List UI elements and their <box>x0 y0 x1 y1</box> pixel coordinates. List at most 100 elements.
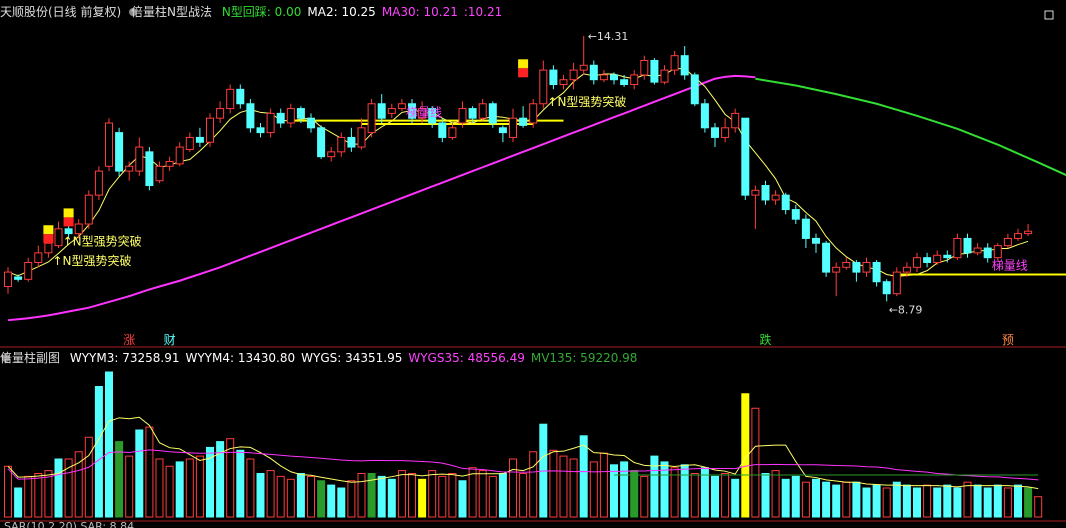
volume-bar <box>589 461 598 518</box>
volume-bar <box>640 475 649 518</box>
volume-bar <box>428 470 437 518</box>
volume-bar <box>822 481 831 518</box>
candle-body <box>670 55 679 71</box>
sub-indicator-values: WYYM3: 73258.91 WYYM4: 13430.80 WYGS: 3435… <box>70 351 644 365</box>
volume-bar <box>418 478 427 518</box>
volume-bar <box>266 470 275 518</box>
event-marker: 跌 <box>760 332 772 347</box>
main-indicator-values: N型回踩: 0.00 MA2: 10.25 MA30: 10.21:10.21 <box>222 5 508 19</box>
volume-bar <box>478 470 487 518</box>
signal-annotation: 梯量线 <box>406 106 442 120</box>
volume-bar <box>559 455 568 518</box>
candle-body <box>721 127 730 138</box>
candle-body <box>185 136 194 150</box>
candle-body <box>24 261 33 280</box>
ma-green-line <box>755 77 1066 177</box>
candle-body <box>589 64 598 81</box>
volume-bar <box>509 458 517 518</box>
candle-body <box>953 237 962 259</box>
candle-body <box>549 69 558 86</box>
volume-bar <box>468 467 477 518</box>
candle-body <box>307 117 315 129</box>
volume-bar <box>357 473 366 518</box>
volume-bar <box>711 475 719 518</box>
volume-bar <box>943 484 952 518</box>
volume-bar <box>276 475 285 518</box>
candle-body <box>498 127 507 134</box>
candle-body <box>579 64 588 71</box>
volume-bar <box>175 461 184 518</box>
event-marker: 财 <box>164 333 176 347</box>
signal-annotation: 梯量线 <box>992 259 1028 273</box>
candle-body <box>751 189 760 196</box>
candle-body <box>801 218 810 239</box>
event-marker: 涨 <box>123 332 135 347</box>
candle-body <box>14 276 23 280</box>
candle-body <box>781 194 790 211</box>
volume-bar <box>397 470 406 518</box>
candle-body <box>741 117 750 196</box>
volume-bar <box>1014 484 1022 518</box>
volume-bar <box>933 487 942 518</box>
volume-bar <box>812 478 820 518</box>
volume-bar <box>307 475 315 518</box>
main-value-3: :10.21 <box>463 5 503 19</box>
candle-body <box>84 194 93 225</box>
volume-bar <box>862 487 871 518</box>
main-indicator-name[interactable]: 倍量柱N型战法 <box>131 5 212 19</box>
stock-title[interactable]: 天顺股份(日线 前复权) <box>0 5 121 19</box>
candle-body <box>236 88 245 105</box>
volume-bar <box>882 487 891 518</box>
volume-bar <box>317 480 326 518</box>
volume-bar <box>620 461 629 518</box>
candle-body <box>569 69 578 81</box>
candle-body <box>640 59 649 76</box>
candle-body <box>812 237 820 244</box>
candle-body <box>286 108 295 124</box>
candle-body <box>731 112 740 129</box>
volume-bar <box>488 475 497 518</box>
candle-body <box>852 261 861 273</box>
volume-bar <box>286 478 295 518</box>
volume-bar <box>761 473 770 518</box>
volume-bar <box>892 481 901 518</box>
main-value-0: N型回踩: 0.00 <box>221 5 302 19</box>
candle-body <box>387 108 396 114</box>
signal-annotation: ↑N型强势突破 <box>53 253 132 268</box>
volume-bar <box>448 473 457 518</box>
candle-body <box>115 132 124 172</box>
candle-body <box>973 247 982 254</box>
candle-body <box>660 69 669 83</box>
candle-body <box>822 242 831 273</box>
volume-bar <box>801 481 810 518</box>
candle-body <box>165 160 174 167</box>
volume-bar <box>226 438 235 518</box>
volume-bar <box>145 426 154 518</box>
candle-body <box>700 103 709 129</box>
volume-bar <box>155 458 164 518</box>
chart-stage: { "main_header": { "stock": "天顺股份(日线 前复权… <box>0 0 1066 528</box>
candle-body <box>276 112 285 124</box>
candle-body <box>892 271 901 295</box>
volume-bar <box>953 487 962 518</box>
candle-body <box>933 254 942 263</box>
candle-body <box>771 194 780 201</box>
volume-bar <box>24 475 33 518</box>
signal-block-red <box>518 68 529 78</box>
candle-body <box>791 209 800 220</box>
volume-bar <box>963 481 972 518</box>
candle-body <box>993 245 1002 259</box>
candle-body <box>256 127 265 134</box>
volume-bar <box>337 487 346 518</box>
volume-bar <box>599 452 608 518</box>
candle-body <box>347 136 356 148</box>
candle-body <box>902 266 911 273</box>
volume-bar <box>458 480 467 518</box>
volume-bar <box>973 484 982 518</box>
event-marker: 预 <box>1002 333 1014 347</box>
candle-body <box>872 261 881 283</box>
volume-bar <box>256 473 265 518</box>
volume-bar <box>54 458 63 518</box>
volume-bar <box>781 478 790 518</box>
sub-indicator-name[interactable]: 倍量柱副图 <box>0 351 60 365</box>
